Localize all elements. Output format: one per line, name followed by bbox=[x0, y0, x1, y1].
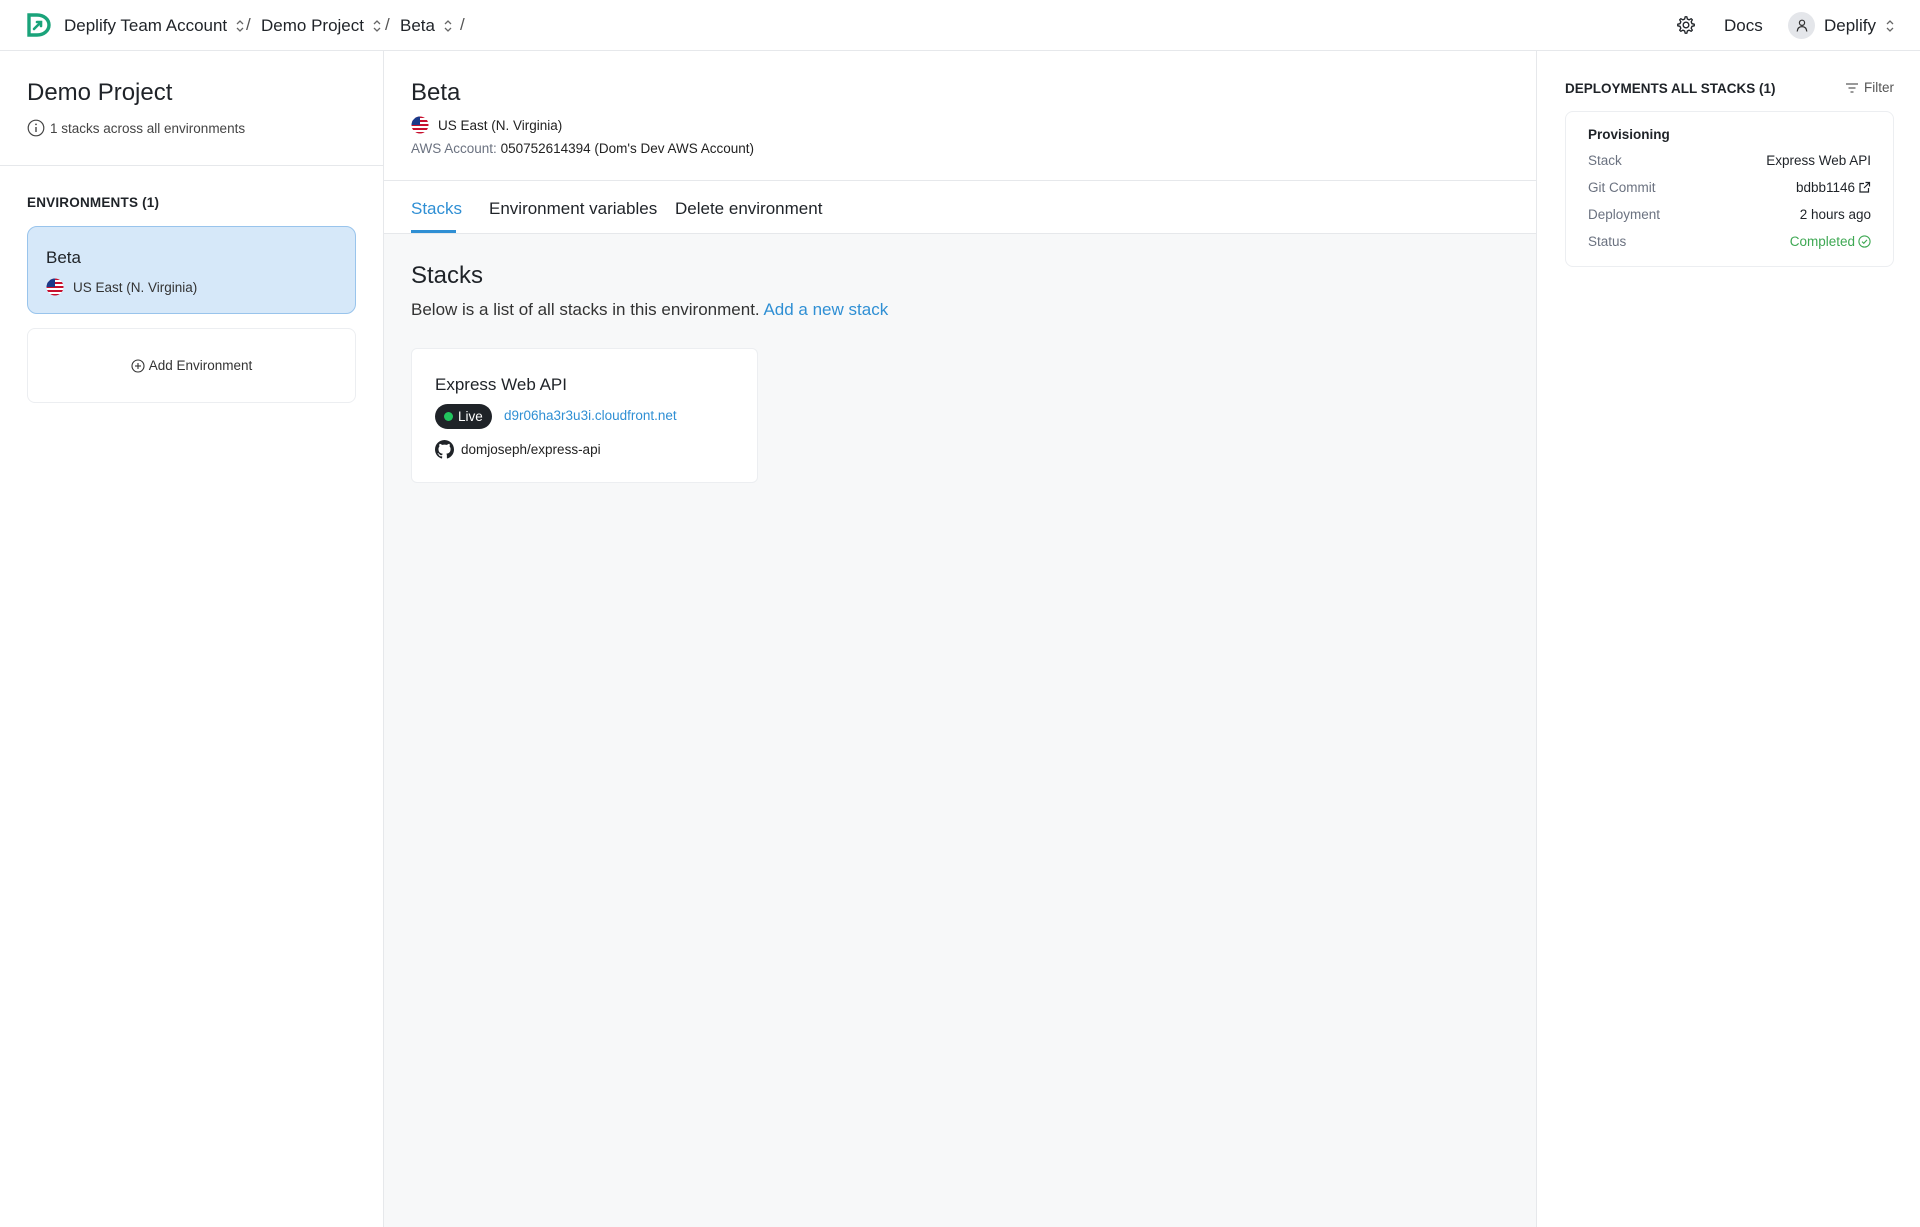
deployment-status: Completed bbox=[1790, 234, 1871, 249]
breadcrumb-project-label: Demo Project bbox=[261, 15, 364, 35]
deployment-key: Git Commit bbox=[1588, 180, 1656, 195]
project-summary-text: 1 stacks across all environments bbox=[50, 120, 246, 136]
stack-repo[interactable]: domjoseph/express-api bbox=[435, 440, 601, 459]
info-icon bbox=[27, 119, 45, 137]
breadcrumb-environment[interactable]: Beta bbox=[400, 0, 453, 51]
project-sidebar: Demo Project 1 stacks across all environ… bbox=[0, 51, 384, 1227]
user-icon bbox=[1796, 19, 1807, 32]
stack-name: Express Web API bbox=[435, 375, 567, 394]
project-summary: 1 stacks across all environments bbox=[27, 119, 245, 137]
user-name: Deplify bbox=[1824, 15, 1876, 35]
deployment-row-git-commit: Git Commit bdbb1146 bbox=[1588, 180, 1871, 195]
us-flag-icon bbox=[46, 278, 64, 296]
breadcrumb-project[interactable]: Demo Project bbox=[261, 0, 382, 51]
environment-region-label: US East (N. Virginia) bbox=[438, 117, 563, 133]
aws-account-value: 050752614394 (Dom's Dev AWS Account) bbox=[500, 141, 755, 156]
status-badge: Live bbox=[435, 404, 492, 429]
breadcrumb-separator: / bbox=[246, 15, 251, 34]
breadcrumb-separator: / bbox=[460, 15, 465, 34]
environments-heading: ENVIRONMENTS (1) bbox=[27, 195, 160, 210]
tab-active-indicator bbox=[411, 230, 456, 233]
chevron-up-down-icon bbox=[1886, 19, 1894, 32]
deployment-key: Deployment bbox=[1588, 207, 1661, 222]
deployment-value: 2 hours ago bbox=[1799, 207, 1871, 222]
stacks-description-text: Below is a list of all stacks in this en… bbox=[411, 300, 760, 319]
us-flag-icon bbox=[411, 116, 429, 134]
environment-header: Beta US East (N. Virginia) AWS Account: … bbox=[384, 51, 1536, 181]
deployment-row-deployment: Deployment 2 hours ago bbox=[1588, 207, 1871, 222]
environment-region: US East (N. Virginia) bbox=[46, 278, 197, 296]
project-title: Demo Project bbox=[27, 79, 173, 106]
deployment-value: Express Web API bbox=[1766, 153, 1871, 168]
add-environment-button[interactable]: Add Environment bbox=[27, 328, 356, 403]
breadcrumb-account-label: Deplify Team Account bbox=[64, 15, 228, 35]
tab-environment-variables[interactable]: Environment variables bbox=[489, 199, 657, 219]
environment-name: Beta bbox=[46, 248, 81, 267]
breadcrumb-separator: / bbox=[385, 15, 390, 34]
docs-link-label: Docs bbox=[1724, 15, 1763, 35]
stacks-panel: Stacks Below is a list of all stacks in … bbox=[384, 234, 1536, 1227]
git-commit-value: bdbb1146 bbox=[1795, 180, 1855, 195]
status-dot-icon bbox=[444, 412, 453, 421]
deployment-key: Stack bbox=[1588, 153, 1622, 168]
add-environment-label: Add Environment bbox=[148, 358, 253, 373]
chevron-up-down-icon bbox=[373, 19, 381, 32]
filter-button[interactable]: Filter bbox=[1845, 80, 1894, 95]
deplify-logo-icon[interactable] bbox=[26, 13, 52, 37]
user-menu[interactable]: Deplify bbox=[1788, 0, 1895, 51]
environment-card-beta[interactable]: Beta US East (N. Virginia) bbox=[27, 226, 356, 314]
deployment-row-stack: Stack Express Web API bbox=[1588, 153, 1871, 168]
aws-account: AWS Account: 050752614394 (Dom's Dev AWS… bbox=[411, 141, 754, 156]
git-commit-link[interactable]: bdbb1146 bbox=[1796, 180, 1871, 195]
avatar bbox=[1788, 12, 1815, 39]
deployment-card[interactable]: Provisioning Stack Express Web API Git C… bbox=[1565, 111, 1894, 267]
divider bbox=[0, 165, 383, 166]
stack-url-link[interactable]: d9r06ha3r3u3i.cloudfront.net bbox=[504, 408, 677, 423]
chevron-up-down-icon bbox=[444, 19, 452, 32]
environment-title: Beta bbox=[411, 79, 461, 106]
add-stack-link[interactable]: Add a new stack bbox=[763, 300, 888, 319]
deployment-key: Status bbox=[1588, 234, 1627, 249]
check-circle-icon bbox=[1858, 235, 1871, 248]
deployments-panel: DEPLOYMENTS ALL STACKS (1) Filter Provis… bbox=[1536, 51, 1920, 1227]
filter-icon bbox=[1846, 82, 1858, 93]
breadcrumb-account[interactable]: Deplify Team Account bbox=[64, 0, 245, 51]
stacks-heading: Stacks bbox=[411, 262, 484, 289]
breadcrumb-environment-label: Beta bbox=[400, 15, 435, 35]
top-bar: Deplify Team Account / Demo Project / Be… bbox=[0, 0, 1920, 51]
chevron-up-down-icon bbox=[236, 19, 244, 32]
environment-region: US East (N. Virginia) bbox=[411, 116, 562, 134]
external-link-icon bbox=[1859, 181, 1871, 193]
deployment-row-status: Status Completed bbox=[1588, 234, 1871, 249]
environment-tabs: Stacks Environment variables Delete envi… bbox=[384, 181, 1536, 234]
aws-account-label: AWS Account: bbox=[411, 141, 497, 156]
tab-delete-environment[interactable]: Delete environment bbox=[675, 199, 822, 219]
environment-region-label: US East (N. Virginia) bbox=[73, 279, 198, 295]
docs-link[interactable]: Docs bbox=[1724, 0, 1763, 51]
filter-label: Filter bbox=[1864, 80, 1894, 95]
deployment-status-value: Completed bbox=[1789, 234, 1855, 249]
tab-stacks[interactable]: Stacks bbox=[411, 199, 462, 219]
github-icon bbox=[435, 440, 454, 459]
stack-repo-label: domjoseph/express-api bbox=[461, 442, 601, 457]
plus-circle-icon bbox=[131, 358, 145, 373]
status-badge-label: Live bbox=[458, 409, 483, 424]
stack-card[interactable]: Express Web API Live d9r06ha3r3u3i.cloud… bbox=[411, 348, 758, 483]
deployments-heading: DEPLOYMENTS ALL STACKS (1) bbox=[1565, 81, 1776, 96]
stacks-description: Below is a list of all stacks in this en… bbox=[411, 300, 888, 320]
deployment-state: Provisioning bbox=[1588, 127, 1670, 142]
gear-icon[interactable] bbox=[1676, 15, 1696, 35]
